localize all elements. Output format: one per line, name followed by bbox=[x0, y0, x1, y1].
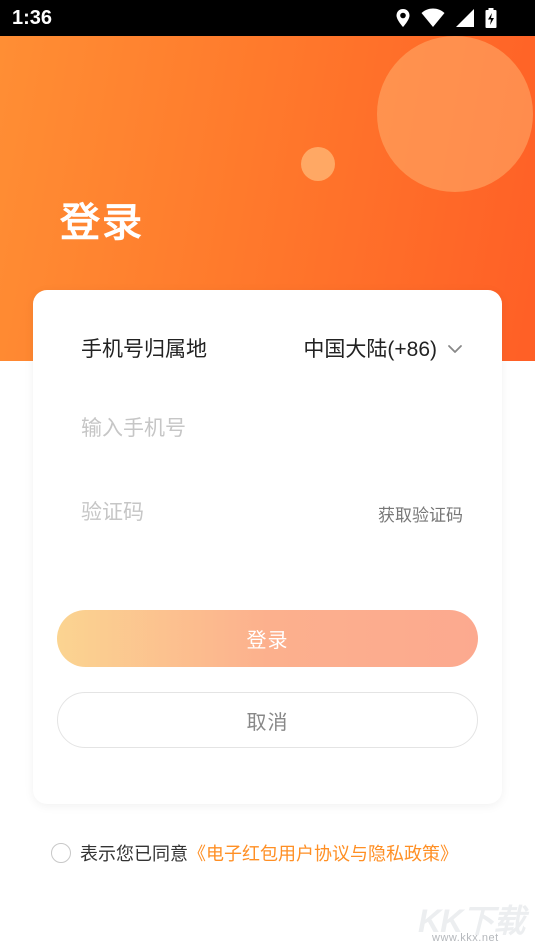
agreement-radio[interactable] bbox=[51, 843, 71, 863]
region-value: 中国大陆(+86) bbox=[303, 338, 437, 361]
decorative-circle-small bbox=[301, 147, 335, 181]
status-bar: 1:36 bbox=[0, 0, 535, 36]
status-icons bbox=[395, 6, 497, 30]
location-icon bbox=[395, 8, 411, 28]
agreement-prefix: 表示您已同意 bbox=[80, 844, 188, 864]
watermark: KK下载 www.kkx.net bbox=[418, 896, 530, 948]
decorative-circle-large bbox=[377, 36, 533, 192]
page-title: 登录 bbox=[60, 201, 144, 245]
code-row: 获取验证码 bbox=[81, 493, 463, 533]
verification-code-input[interactable] bbox=[81, 501, 321, 525]
region-row: 手机号归属地 中国大陆(+86) bbox=[81, 328, 463, 368]
agreement-row: 表示您已同意 《电子红包用户协议与隐私政策》 bbox=[51, 840, 458, 866]
chevron-down-icon bbox=[447, 336, 463, 360]
phone-row bbox=[81, 409, 463, 449]
cancel-button[interactable]: 取消 bbox=[57, 692, 478, 748]
battery-charging-icon bbox=[485, 8, 497, 28]
region-select[interactable]: 中国大陆(+86) bbox=[303, 333, 463, 363]
agreement-link[interactable]: 《电子红包用户协议与隐私政策》 bbox=[188, 840, 458, 866]
phone-input[interactable] bbox=[81, 417, 321, 441]
signal-icon bbox=[455, 8, 475, 28]
wifi-icon bbox=[421, 8, 445, 28]
watermark-url: www.kkx.net bbox=[432, 932, 499, 944]
status-time: 1:36 bbox=[12, 7, 53, 29]
region-label: 手机号归属地 bbox=[81, 338, 207, 361]
login-button[interactable]: 登录 bbox=[57, 610, 478, 667]
login-card: 手机号归属地 中国大陆(+86) 获取验证码 登录 取消 bbox=[33, 290, 502, 804]
get-code-button[interactable]: 获取验证码 bbox=[378, 501, 463, 526]
